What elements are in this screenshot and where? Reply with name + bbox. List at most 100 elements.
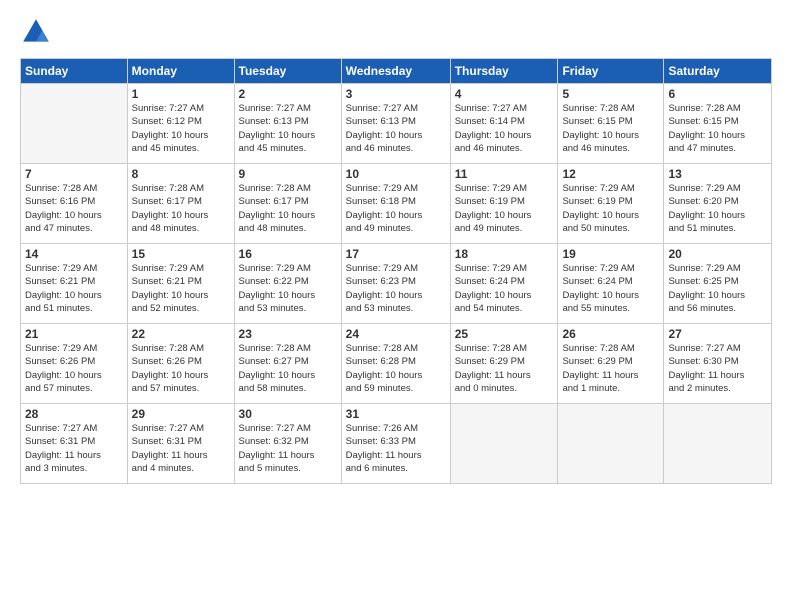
weekday-header-row: SundayMondayTuesdayWednesdayThursdayFrid…: [21, 59, 772, 84]
calendar-table: SundayMondayTuesdayWednesdayThursdayFrid…: [20, 58, 772, 484]
calendar-cell: 14Sunrise: 7:29 AM Sunset: 6:21 PM Dayli…: [21, 244, 128, 324]
calendar-cell: 7Sunrise: 7:28 AM Sunset: 6:16 PM Daylig…: [21, 164, 128, 244]
calendar-cell: 22Sunrise: 7:28 AM Sunset: 6:26 PM Dayli…: [127, 324, 234, 404]
day-number: 11: [455, 167, 554, 181]
weekday-header-wednesday: Wednesday: [341, 59, 450, 84]
calendar-cell: 20Sunrise: 7:29 AM Sunset: 6:25 PM Dayli…: [664, 244, 772, 324]
day-info: Sunrise: 7:29 AM Sunset: 6:26 PM Dayligh…: [25, 342, 123, 395]
day-info: Sunrise: 7:27 AM Sunset: 6:13 PM Dayligh…: [239, 102, 337, 155]
calendar-cell: 15Sunrise: 7:29 AM Sunset: 6:21 PM Dayli…: [127, 244, 234, 324]
weekday-header-sunday: Sunday: [21, 59, 128, 84]
calendar-cell: 27Sunrise: 7:27 AM Sunset: 6:30 PM Dayli…: [664, 324, 772, 404]
day-info: Sunrise: 7:29 AM Sunset: 6:20 PM Dayligh…: [668, 182, 767, 235]
calendar-week-row: 28Sunrise: 7:27 AM Sunset: 6:31 PM Dayli…: [21, 404, 772, 484]
logo: [20, 16, 56, 48]
day-info: Sunrise: 7:26 AM Sunset: 6:33 PM Dayligh…: [346, 422, 446, 475]
day-info: Sunrise: 7:27 AM Sunset: 6:12 PM Dayligh…: [132, 102, 230, 155]
page: SundayMondayTuesdayWednesdayThursdayFrid…: [0, 0, 792, 612]
day-info: Sunrise: 7:27 AM Sunset: 6:32 PM Dayligh…: [239, 422, 337, 475]
day-number: 23: [239, 327, 337, 341]
calendar-cell: 31Sunrise: 7:26 AM Sunset: 6:33 PM Dayli…: [341, 404, 450, 484]
weekday-header-monday: Monday: [127, 59, 234, 84]
day-info: Sunrise: 7:29 AM Sunset: 6:19 PM Dayligh…: [562, 182, 659, 235]
day-info: Sunrise: 7:29 AM Sunset: 6:18 PM Dayligh…: [346, 182, 446, 235]
day-info: Sunrise: 7:28 AM Sunset: 6:26 PM Dayligh…: [132, 342, 230, 395]
day-info: Sunrise: 7:29 AM Sunset: 6:25 PM Dayligh…: [668, 262, 767, 315]
day-number: 24: [346, 327, 446, 341]
weekday-header-saturday: Saturday: [664, 59, 772, 84]
calendar-cell: 5Sunrise: 7:28 AM Sunset: 6:15 PM Daylig…: [558, 84, 664, 164]
day-info: Sunrise: 7:27 AM Sunset: 6:13 PM Dayligh…: [346, 102, 446, 155]
day-info: Sunrise: 7:28 AM Sunset: 6:17 PM Dayligh…: [239, 182, 337, 235]
day-info: Sunrise: 7:29 AM Sunset: 6:24 PM Dayligh…: [562, 262, 659, 315]
calendar-cell: 2Sunrise: 7:27 AM Sunset: 6:13 PM Daylig…: [234, 84, 341, 164]
day-info: Sunrise: 7:28 AM Sunset: 6:29 PM Dayligh…: [455, 342, 554, 395]
day-info: Sunrise: 7:28 AM Sunset: 6:15 PM Dayligh…: [668, 102, 767, 155]
day-number: 2: [239, 87, 337, 101]
calendar-cell: 3Sunrise: 7:27 AM Sunset: 6:13 PM Daylig…: [341, 84, 450, 164]
calendar-cell: 17Sunrise: 7:29 AM Sunset: 6:23 PM Dayli…: [341, 244, 450, 324]
calendar-cell: 1Sunrise: 7:27 AM Sunset: 6:12 PM Daylig…: [127, 84, 234, 164]
calendar-cell: 12Sunrise: 7:29 AM Sunset: 6:19 PM Dayli…: [558, 164, 664, 244]
day-number: 5: [562, 87, 659, 101]
day-number: 29: [132, 407, 230, 421]
calendar-week-row: 14Sunrise: 7:29 AM Sunset: 6:21 PM Dayli…: [21, 244, 772, 324]
day-info: Sunrise: 7:29 AM Sunset: 6:24 PM Dayligh…: [455, 262, 554, 315]
day-number: 17: [346, 247, 446, 261]
day-number: 8: [132, 167, 230, 181]
calendar-cell: 13Sunrise: 7:29 AM Sunset: 6:20 PM Dayli…: [664, 164, 772, 244]
day-number: 12: [562, 167, 659, 181]
calendar-week-row: 1Sunrise: 7:27 AM Sunset: 6:12 PM Daylig…: [21, 84, 772, 164]
calendar-cell: 28Sunrise: 7:27 AM Sunset: 6:31 PM Dayli…: [21, 404, 128, 484]
day-number: 28: [25, 407, 123, 421]
day-info: Sunrise: 7:27 AM Sunset: 6:14 PM Dayligh…: [455, 102, 554, 155]
day-number: 13: [668, 167, 767, 181]
day-number: 21: [25, 327, 123, 341]
day-number: 19: [562, 247, 659, 261]
day-info: Sunrise: 7:29 AM Sunset: 6:21 PM Dayligh…: [132, 262, 230, 315]
calendar-cell: [664, 404, 772, 484]
weekday-header-tuesday: Tuesday: [234, 59, 341, 84]
calendar-cell: 19Sunrise: 7:29 AM Sunset: 6:24 PM Dayli…: [558, 244, 664, 324]
day-info: Sunrise: 7:27 AM Sunset: 6:31 PM Dayligh…: [25, 422, 123, 475]
calendar-week-row: 21Sunrise: 7:29 AM Sunset: 6:26 PM Dayli…: [21, 324, 772, 404]
day-number: 14: [25, 247, 123, 261]
calendar-cell: [450, 404, 558, 484]
day-number: 4: [455, 87, 554, 101]
header: [20, 16, 772, 48]
day-number: 15: [132, 247, 230, 261]
calendar-cell: 25Sunrise: 7:28 AM Sunset: 6:29 PM Dayli…: [450, 324, 558, 404]
day-info: Sunrise: 7:28 AM Sunset: 6:27 PM Dayligh…: [239, 342, 337, 395]
calendar-cell: 11Sunrise: 7:29 AM Sunset: 6:19 PM Dayli…: [450, 164, 558, 244]
day-info: Sunrise: 7:28 AM Sunset: 6:28 PM Dayligh…: [346, 342, 446, 395]
day-number: 1: [132, 87, 230, 101]
day-info: Sunrise: 7:28 AM Sunset: 6:16 PM Dayligh…: [25, 182, 123, 235]
day-info: Sunrise: 7:29 AM Sunset: 6:22 PM Dayligh…: [239, 262, 337, 315]
calendar-cell: [21, 84, 128, 164]
calendar-cell: 30Sunrise: 7:27 AM Sunset: 6:32 PM Dayli…: [234, 404, 341, 484]
day-number: 6: [668, 87, 767, 101]
calendar-cell: 29Sunrise: 7:27 AM Sunset: 6:31 PM Dayli…: [127, 404, 234, 484]
day-number: 22: [132, 327, 230, 341]
day-info: Sunrise: 7:29 AM Sunset: 6:19 PM Dayligh…: [455, 182, 554, 235]
day-number: 26: [562, 327, 659, 341]
day-info: Sunrise: 7:28 AM Sunset: 6:17 PM Dayligh…: [132, 182, 230, 235]
weekday-header-thursday: Thursday: [450, 59, 558, 84]
day-number: 18: [455, 247, 554, 261]
day-number: 9: [239, 167, 337, 181]
calendar-cell: 21Sunrise: 7:29 AM Sunset: 6:26 PM Dayli…: [21, 324, 128, 404]
calendar-cell: 6Sunrise: 7:28 AM Sunset: 6:15 PM Daylig…: [664, 84, 772, 164]
calendar-cell: 4Sunrise: 7:27 AM Sunset: 6:14 PM Daylig…: [450, 84, 558, 164]
calendar-cell: 9Sunrise: 7:28 AM Sunset: 6:17 PM Daylig…: [234, 164, 341, 244]
day-number: 3: [346, 87, 446, 101]
day-info: Sunrise: 7:27 AM Sunset: 6:31 PM Dayligh…: [132, 422, 230, 475]
day-number: 27: [668, 327, 767, 341]
day-number: 30: [239, 407, 337, 421]
day-info: Sunrise: 7:27 AM Sunset: 6:30 PM Dayligh…: [668, 342, 767, 395]
day-info: Sunrise: 7:28 AM Sunset: 6:29 PM Dayligh…: [562, 342, 659, 395]
calendar-cell: 18Sunrise: 7:29 AM Sunset: 6:24 PM Dayli…: [450, 244, 558, 324]
day-info: Sunrise: 7:29 AM Sunset: 6:21 PM Dayligh…: [25, 262, 123, 315]
weekday-header-friday: Friday: [558, 59, 664, 84]
day-number: 10: [346, 167, 446, 181]
calendar-cell: 24Sunrise: 7:28 AM Sunset: 6:28 PM Dayli…: [341, 324, 450, 404]
